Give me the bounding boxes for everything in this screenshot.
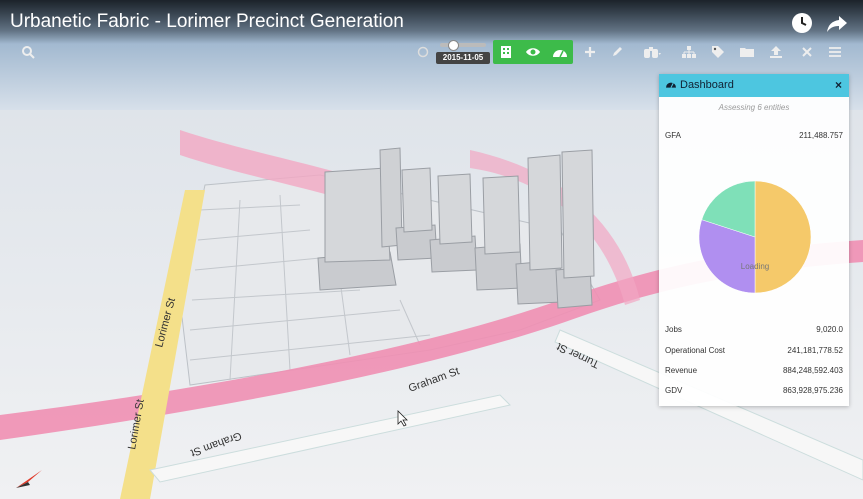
window-title: Urbanetic Fabric - Lorimer Precinct Gene… [10,11,404,32]
clock-icon[interactable] [790,11,814,35]
metric-row-operational-cost: Operational Cost 241,181,778.52 [665,346,843,358]
toolbar [0,40,863,64]
view-mode-group [493,40,573,64]
date-slider[interactable]: 2015-11-05 [436,40,490,64]
metric-label: Revenue [665,366,698,375]
metric-value: 9,020.0 [816,325,843,334]
metric-label: GFA [665,131,682,140]
date-slider-knob[interactable] [448,40,459,51]
metric-row-gfa: GFA 211,488.757 [665,131,843,143]
pencil-icon[interactable] [607,42,627,62]
building-icon[interactable] [496,42,516,62]
dashboard-close-button[interactable]: × [835,78,842,92]
date-slider-track[interactable] [440,43,486,47]
dashboard-subtitle: Assessing 6 entities [718,103,790,112]
dashboard-header: Dashboard × [659,74,849,97]
dashboard-panel: Dashboard × Assessing 6 entities GFA 211… [659,74,849,406]
upload-icon[interactable] [766,42,786,62]
metric-value: 884,248,592.403 [782,366,843,375]
hierarchy-icon[interactable] [679,42,699,62]
metric-row-gdv: GDV 863,928,975.236 [665,386,843,398]
plus-icon[interactable] [580,42,600,62]
binoculars-icon[interactable] [642,42,662,62]
tag-icon[interactable] [708,42,728,62]
compass-icon[interactable] [14,468,46,490]
slider-icon[interactable] [413,42,433,62]
folder-icon[interactable] [737,42,757,62]
metric-row-jobs: Jobs 9,020.0 [665,325,843,337]
metric-label: Operational Cost [665,346,726,355]
share-icon[interactable] [825,11,849,35]
dashboard-icon[interactable] [550,42,570,62]
menu-icon[interactable] [825,42,845,62]
date-label: 2015-11-05 [436,52,490,64]
pie-slice-0[interactable] [754,180,812,294]
metric-value: 863,928,975.236 [782,386,843,395]
eye-icon[interactable] [523,42,543,62]
dashboard-icon [665,79,677,92]
close-icon[interactable] [797,42,817,62]
title-bar: Urbanetic Fabric - Lorimer Precinct Gene… [0,0,863,44]
search-icon[interactable] [18,42,38,62]
metric-value: 211,488.757 [799,131,843,140]
pie-loading-label: Loading [740,262,770,271]
metric-row-revenue: Revenue 884,248,592.403 [665,366,843,378]
metric-label: Jobs [665,325,682,334]
metric-label: GDV [665,386,683,395]
metric-value: 241,181,778.52 [787,346,843,355]
pie-chart[interactable]: Loading [696,178,814,296]
dashboard-title: Dashboard [680,79,734,91]
